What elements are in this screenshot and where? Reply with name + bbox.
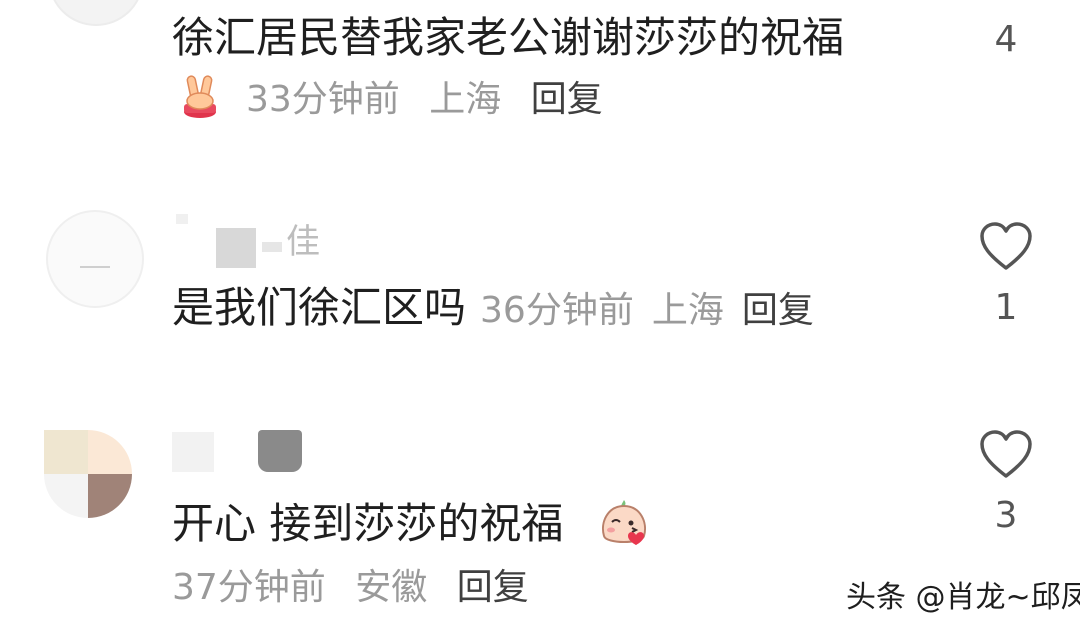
comment-item: 徐汇居民替我家老公谢谢莎莎的祝福 33分钟前 上海 回复 4 [0,0,1080,150]
comment-text: 开心 接到莎莎的祝福 [172,498,563,550]
reply-button[interactable]: 回复 [742,290,814,331]
like-count: 3 [994,495,1018,536]
blur-block [172,432,214,472]
comment-time: 33分钟前 [246,79,400,120]
comment-location: 安徽 [355,567,428,608]
blowing-kiss-emoji [598,498,650,548]
comment-location: 上海 [429,79,502,120]
heart-icon[interactable] [979,222,1033,272]
blur-block [216,228,256,268]
reply-button[interactable]: 回复 [531,79,603,120]
avatar[interactable] [48,0,144,26]
comment-location: 上海 [651,290,724,331]
avatar[interactable] [46,210,144,308]
heart-icon[interactable] [979,430,1033,480]
comment-text: 是我们徐汇区吗 36分钟前 上海 回复 [172,282,814,334]
like-count: 1 [994,287,1018,328]
username-fragment: 佳 [286,222,320,262]
avatar-mark [80,266,110,274]
comment-time: 37分钟前 [172,567,326,608]
username-blurred: 佳 [176,214,366,268]
reply-button[interactable]: 回复 [457,567,529,608]
avatar-tile [44,430,88,474]
avatar-tile [44,474,88,518]
comment-meta: 37分钟前 安徽 回复 [172,566,529,610]
blur-block [262,242,282,252]
avatar-tile [88,474,132,518]
avatar-tile [88,430,132,474]
comment-text: 徐汇居民替我家老公谢谢莎莎的祝福 [172,13,845,62]
comment-body: 是我们徐汇区吗 [172,283,467,332]
comment-meta: 36分钟前 上海 回复 [480,290,814,331]
username-blurred [172,430,312,474]
comment-meta: 33分钟前 上海 回复 [246,78,603,122]
blur-block [258,430,302,472]
like-count: 4 [994,19,1018,60]
comment-body: 开心 接到莎莎的祝福 [172,499,564,548]
blur-block [176,214,188,224]
comment-time: 36分钟前 [480,290,634,331]
watermark: 头条 @肖龙~邱凤 [846,580,1080,615]
avatar[interactable] [44,430,132,518]
heart-icon[interactable] [990,0,1020,6]
comment-item: 佳 是我们徐汇区吗 36分钟前 上海 回复 1 [0,200,1080,360]
victory-hand-emoji [180,74,220,120]
